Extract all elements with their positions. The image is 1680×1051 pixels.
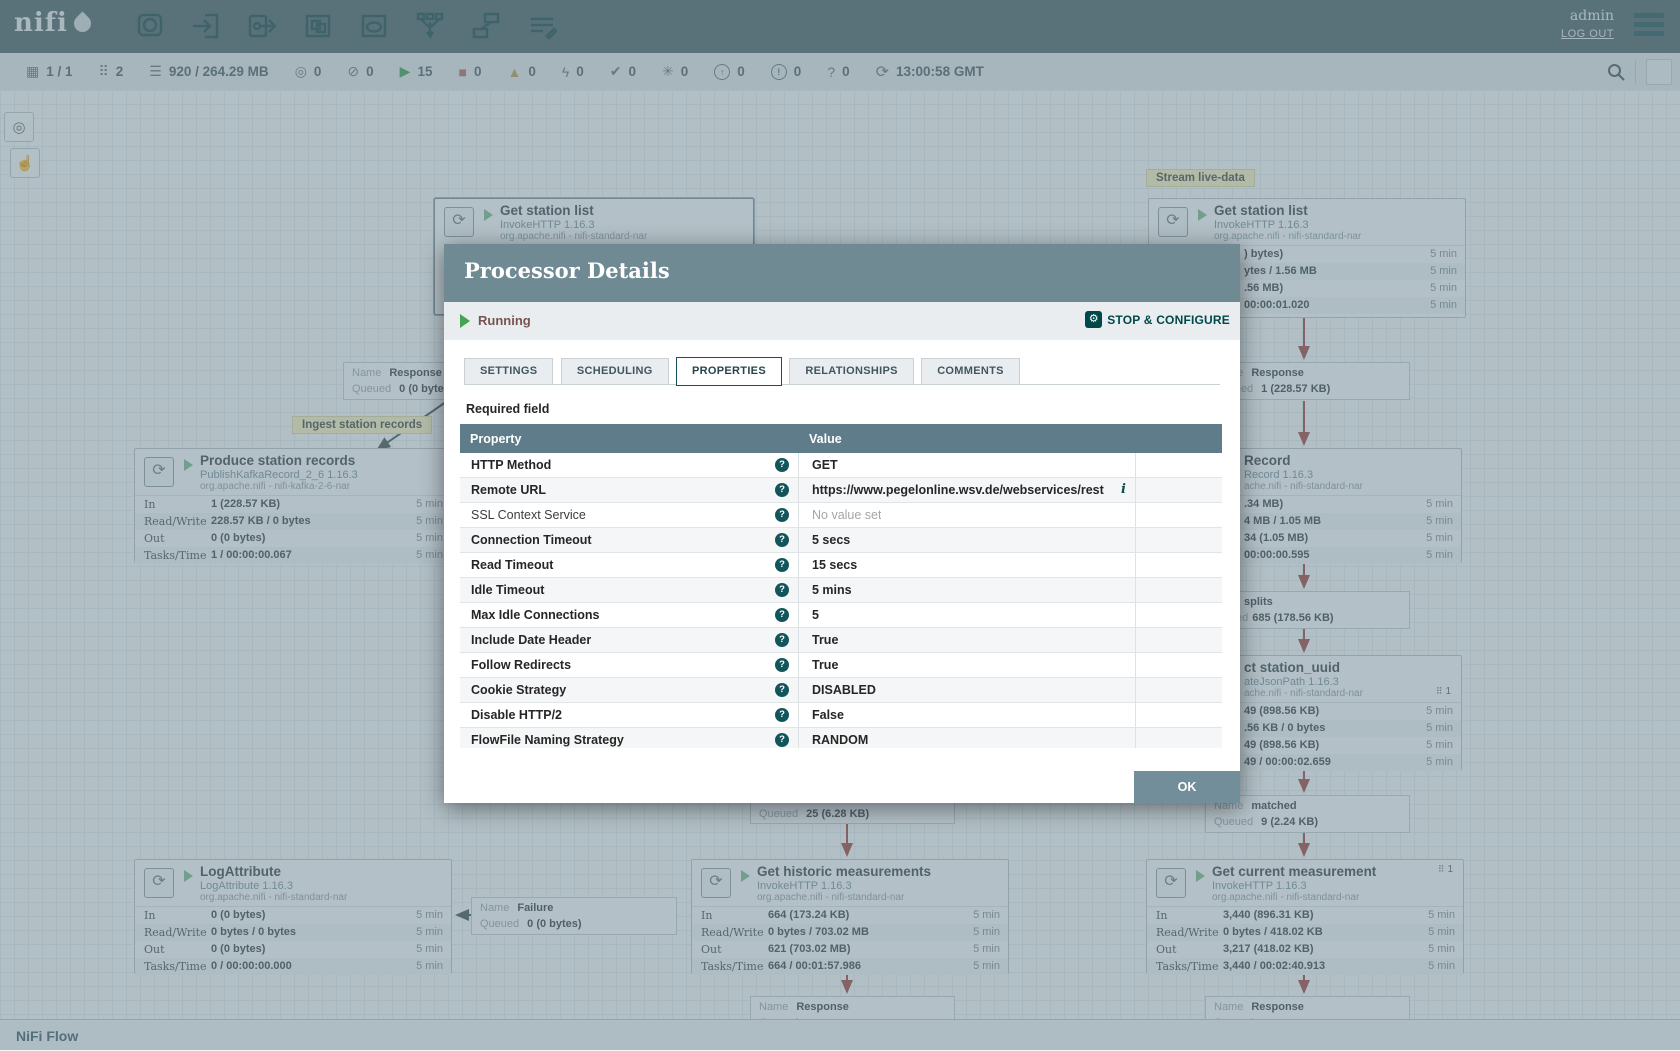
properties-table: Property Value HTTP Method? GET Remote U… (460, 424, 1222, 748)
tab-comments[interactable]: COMMENTS (921, 358, 1020, 385)
help-icon: ? (775, 633, 789, 647)
property-row[interactable]: HTTP Method? GET (460, 453, 1222, 478)
tab-settings[interactable]: SETTINGS (464, 358, 553, 385)
dialog-title: Processor Details (464, 258, 670, 283)
property-row[interactable]: Disable HTTP/2? False (460, 703, 1222, 728)
help-icon: ? (775, 708, 789, 722)
help-icon: ? (775, 583, 789, 597)
property-row[interactable]: Connection Timeout? 5 secs (460, 528, 1222, 553)
help-icon: ? (775, 733, 789, 747)
processor-details-dialog: Processor Details Running ⚙ STOP & CONFI… (444, 244, 1240, 803)
property-row[interactable]: Cookie Strategy? DISABLED (460, 678, 1222, 703)
help-icon: ? (775, 683, 789, 697)
property-row[interactable]: Follow Redirects? True (460, 653, 1222, 678)
help-icon: ? (775, 458, 789, 472)
column-property: Property (460, 432, 799, 446)
running-triangle-icon (460, 314, 470, 328)
help-icon: ? (775, 658, 789, 672)
dialog-status-row: Running ⚙ STOP & CONFIGURE (444, 302, 1240, 340)
help-icon: ? (775, 608, 789, 622)
tab-relationships[interactable]: RELATIONSHIPS (789, 358, 913, 385)
property-row[interactable]: FlowFile Naming Strategy? RANDOM (460, 728, 1222, 748)
ok-button[interactable]: OK (1134, 771, 1240, 803)
properties-table-header: Property Value (460, 424, 1222, 453)
help-icon: ? (775, 508, 789, 522)
stop-and-configure-button[interactable]: ⚙ STOP & CONFIGURE (1085, 311, 1230, 328)
help-icon: ? (775, 558, 789, 572)
tab-scheduling[interactable]: SCHEDULING (561, 358, 669, 385)
property-row[interactable]: Max Idle Connections? 5 (460, 603, 1222, 628)
run-status-text: Running (478, 313, 531, 328)
properties-table-body: HTTP Method? GET Remote URL? https://www… (460, 453, 1222, 748)
required-field-note: Required field (466, 402, 549, 416)
help-icon: ? (775, 483, 789, 497)
property-row[interactable]: Include Date Header? True (460, 628, 1222, 653)
property-row[interactable]: Idle Timeout? 5 mins (460, 578, 1222, 603)
property-row[interactable]: Read Timeout? 15 secs (460, 553, 1222, 578)
info-icon: i (1121, 478, 1126, 502)
property-row[interactable]: Remote URL? https://www.pegelonline.wsv.… (460, 478, 1222, 503)
gear-icon: ⚙ (1085, 311, 1102, 328)
dialog-tabs: SETTINGS SCHEDULING PROPERTIES RELATIONS… (464, 357, 1220, 385)
property-row[interactable]: SSL Context Service? No value set (460, 503, 1222, 528)
help-icon: ? (775, 533, 789, 547)
tab-properties[interactable]: PROPERTIES (676, 357, 782, 386)
dialog-header: Processor Details (444, 244, 1240, 302)
column-value: Value (799, 432, 1136, 446)
